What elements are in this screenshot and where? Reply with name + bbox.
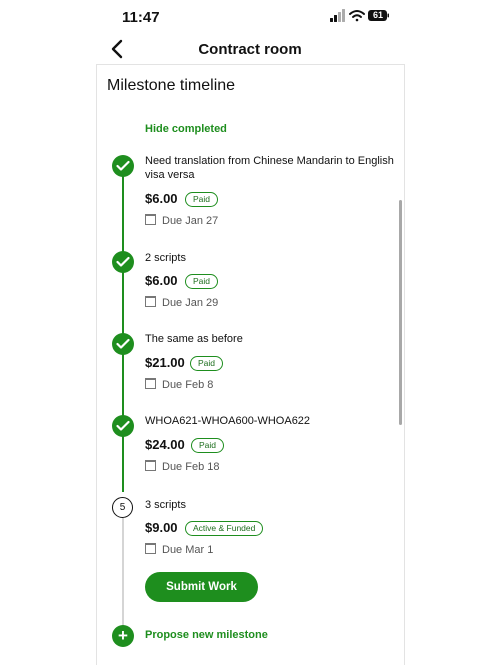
status-badge: Paid [191, 438, 225, 453]
milestone-amount: $6.00 [145, 191, 178, 206]
due-date: Due Jan 27 [162, 215, 219, 227]
status-badge: Paid [190, 356, 224, 371]
status-badge: Paid [185, 192, 219, 207]
section-title: Milestone timeline [107, 77, 236, 94]
milestone-amount: $24.00 [145, 437, 185, 452]
scrollbar[interactable] [399, 200, 402, 425]
calendar-icon [145, 460, 156, 471]
milestone-title: WHOA621-WHOA600-WHOA622 [145, 415, 311, 427]
due-date: Due Feb 18 [162, 461, 220, 473]
check-circle-icon [112, 251, 134, 273]
status-badge: Paid [185, 274, 219, 289]
calendar-icon [145, 214, 156, 225]
calendar-icon [145, 378, 156, 389]
check-circle-icon [112, 333, 134, 355]
check-circle-icon [112, 155, 134, 177]
milestone-title: Need translation from Chinese Mandarin t… [145, 155, 394, 181]
milestone-due: Due Mar 1 [145, 543, 213, 556]
milestone-title: The same as before [145, 333, 243, 345]
submit-work-button[interactable]: Submit Work [145, 572, 258, 602]
milestone-amount: $6.00 [145, 273, 178, 288]
nav-header: Contract room [0, 34, 500, 64]
calendar-icon [145, 543, 156, 554]
wifi-icon [349, 10, 365, 22]
status-icons: 61 [330, 8, 390, 26]
status-bar: 11:47 61 [0, 0, 500, 34]
milestone-amount: $9.00 [145, 520, 178, 535]
milestone-due: Due Feb 8 [145, 378, 213, 391]
due-date: Due Jan 29 [162, 297, 219, 309]
timeline-line [122, 167, 124, 492]
milestone-due: Due Feb 18 [145, 460, 219, 473]
check-circle-icon [112, 415, 134, 437]
milestone-amount: $21.00 [145, 355, 185, 370]
status-badge: Active & Funded [185, 521, 264, 536]
page-title: Contract room [198, 41, 302, 58]
timeline-line-pending [122, 518, 124, 626]
battery-level: 61 [372, 10, 383, 20]
plus-icon[interactable]: + [112, 625, 134, 647]
milestone-due: Due Jan 29 [145, 296, 218, 309]
milestone-due: Due Jan 27 [145, 214, 218, 227]
cellular-signal-icon [330, 9, 345, 22]
due-date: Due Mar 1 [162, 544, 214, 556]
milestone-title: 3 scripts [145, 499, 186, 511]
propose-milestone-link[interactable]: Propose new milestone [145, 629, 268, 641]
calendar-icon [145, 296, 156, 307]
milestone-title: 2 scripts [145, 252, 186, 264]
status-time: 11:47 [122, 9, 160, 26]
due-date: Due Feb 8 [162, 379, 214, 391]
hide-completed-toggle[interactable]: Hide completed [145, 123, 227, 135]
milestone-number: 5 [112, 497, 133, 518]
